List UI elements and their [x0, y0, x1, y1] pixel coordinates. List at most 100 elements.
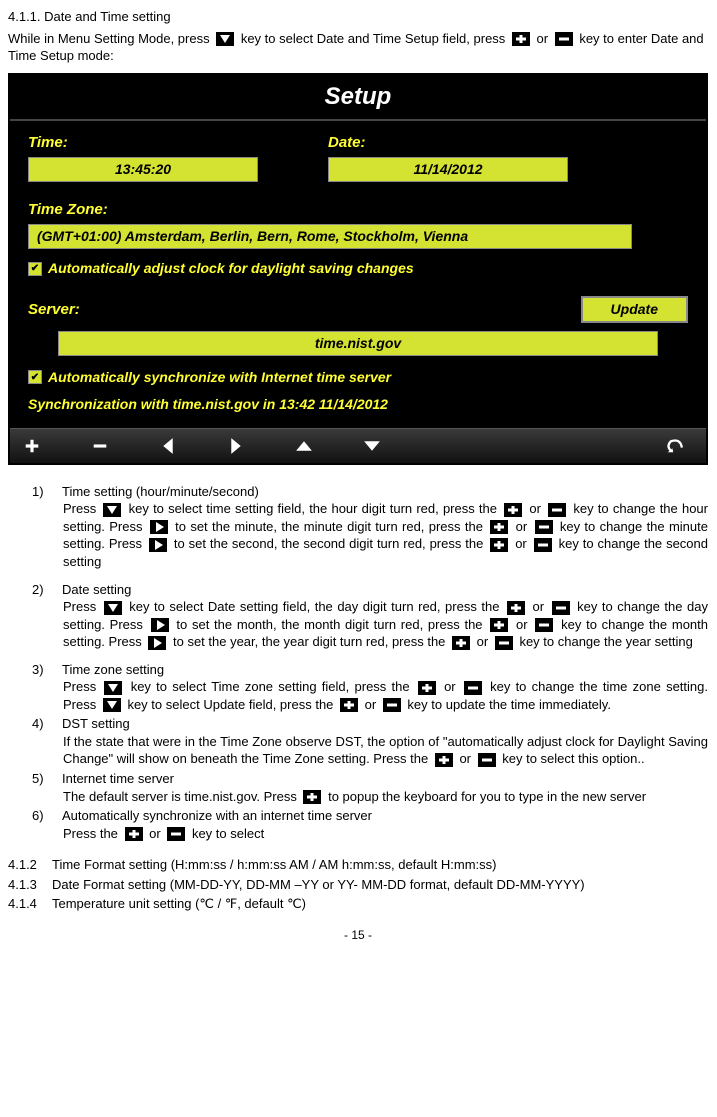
text: Press — [63, 679, 101, 694]
plus-icon — [340, 698, 358, 712]
text: or — [146, 826, 165, 841]
down-arrow-icon — [103, 503, 121, 517]
text: key to select Date setting field, the da… — [125, 599, 504, 614]
plus-icon — [507, 601, 525, 615]
text: to set the second, the second digit turn… — [170, 536, 487, 551]
minus-icon — [167, 827, 185, 841]
intro-text: key to select Date and Time Setup field,… — [237, 31, 509, 46]
section-text: Time Format setting (H:mm:ss / h:mm:ss A… — [52, 856, 496, 874]
list-paragraph: Press key to select Time zone setting fi… — [8, 678, 708, 713]
autosync-checkbox[interactable]: ✔ — [28, 370, 42, 384]
plus-icon — [435, 753, 453, 767]
text: key to select this option.. — [499, 751, 645, 766]
text: or — [511, 536, 530, 551]
toolbar-up-button[interactable] — [290, 435, 318, 457]
section-text: Temperature unit setting (℃ / ℉, default… — [52, 895, 306, 913]
text: key to select Update field, press the — [124, 697, 337, 712]
page-number: - 15 - — [8, 927, 708, 943]
toolbar-back-button[interactable] — [660, 435, 688, 457]
down-arrow-icon — [104, 601, 122, 615]
time-field[interactable]: 13:45:20 — [28, 157, 258, 182]
list-title: DST setting — [62, 715, 708, 733]
text: Press — [63, 599, 101, 614]
toolbar-minus-button[interactable] — [86, 435, 114, 457]
timezone-label: Time Zone: — [28, 200, 688, 220]
time-label: Time: — [28, 133, 328, 153]
list-title: Internet time server — [62, 770, 708, 788]
intro-text: or — [533, 31, 552, 46]
list-number: 6) — [8, 807, 62, 825]
right-arrow-icon — [151, 618, 169, 632]
minus-icon — [548, 503, 566, 517]
list-title: Date setting — [62, 581, 708, 599]
right-arrow-icon — [148, 636, 166, 650]
section-heading: 4.1.1. Date and Time setting — [8, 8, 708, 26]
list-number: 4) — [8, 715, 62, 733]
text: to set the month, the month digit turn r… — [172, 617, 488, 632]
text: key to change the year setting — [516, 634, 693, 649]
toolbar-down-button[interactable] — [358, 435, 386, 457]
list-title: Time zone setting — [62, 661, 708, 679]
text: key to update the time immediately. — [404, 697, 611, 712]
date-field[interactable]: 11/14/2012 — [328, 157, 568, 182]
dst-label: Automatically adjust clock for daylight … — [48, 259, 414, 278]
section-number: 4.1.4 — [8, 895, 52, 913]
minus-icon — [383, 698, 401, 712]
text: or — [439, 679, 461, 694]
plus-icon — [490, 538, 508, 552]
update-button[interactable]: Update — [581, 296, 688, 323]
text: or — [456, 751, 475, 766]
text: The default server is time.nist.gov. Pre… — [63, 789, 300, 804]
toolbar — [10, 428, 706, 463]
toolbar-plus-button[interactable] — [18, 435, 46, 457]
section-number: 4.1.2 — [8, 856, 52, 874]
down-arrow-icon — [104, 681, 122, 695]
section-number: 4.1.3 — [8, 876, 52, 894]
minus-icon — [534, 538, 552, 552]
minus-icon — [464, 681, 482, 695]
plus-icon — [452, 636, 470, 650]
list-title: Time setting (hour/minute/second) — [62, 483, 708, 501]
right-arrow-icon — [150, 520, 168, 534]
minus-icon — [495, 636, 513, 650]
list-number: 5) — [8, 770, 62, 788]
plus-icon — [125, 827, 143, 841]
server-field[interactable]: time.nist.gov — [58, 331, 658, 356]
text: or — [473, 634, 492, 649]
minus-icon — [535, 618, 553, 632]
setup-title: Setup — [10, 75, 706, 121]
toolbar-right-button[interactable] — [222, 435, 250, 457]
list-paragraph: If the state that were in the Time Zone … — [8, 733, 708, 768]
text: to popup the keyboard for you to type in… — [324, 789, 646, 804]
text: to set the year, the year digit turn red… — [169, 634, 449, 649]
text: Press the — [63, 826, 122, 841]
text: or — [361, 697, 380, 712]
autosync-label: Automatically synchronize with Internet … — [48, 368, 391, 387]
text: or — [528, 599, 549, 614]
minus-icon — [552, 601, 570, 615]
list-paragraph: Press key to select Date setting field, … — [8, 598, 708, 651]
intro-text: While in Menu Setting Mode, press — [8, 31, 213, 46]
server-label: Server: — [28, 300, 148, 320]
toolbar-left-button[interactable] — [154, 435, 182, 457]
text: key to select — [188, 826, 264, 841]
plus-icon — [512, 32, 530, 46]
plus-icon — [303, 790, 321, 804]
section-text: Date Format setting (MM-DD-YY, DD-MM –YY… — [52, 876, 585, 894]
text: or — [511, 617, 532, 632]
list-paragraph: Press key to select time setting field, … — [8, 500, 708, 570]
text: key to select time setting field, the ho… — [124, 501, 501, 516]
right-arrow-icon — [149, 538, 167, 552]
list-paragraph: Press the or key to select — [8, 825, 708, 843]
text: or — [525, 501, 545, 516]
list-paragraph: The default server is time.nist.gov. Pre… — [8, 788, 708, 806]
dst-checkbox[interactable]: ✔ — [28, 262, 42, 276]
minus-icon — [535, 520, 553, 534]
timezone-field[interactable]: (GMT+01:00) Amsterdam, Berlin, Bern, Rom… — [28, 224, 632, 249]
plus-icon — [504, 503, 522, 517]
minus-icon — [555, 32, 573, 46]
setup-screenshot: Setup Time: Date: 13:45:20 11/14/2012 Ti… — [8, 73, 708, 465]
intro-paragraph: While in Menu Setting Mode, press key to… — [8, 30, 708, 65]
text: to set the minute, the minute digit turn… — [171, 519, 487, 534]
minus-icon — [478, 753, 496, 767]
